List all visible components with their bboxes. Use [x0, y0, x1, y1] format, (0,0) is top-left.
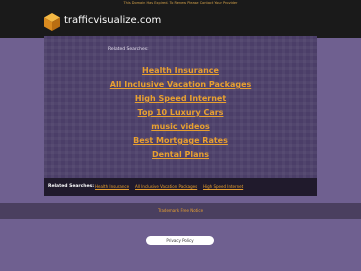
- trademark-notice: Trademark Free Notice: [0, 207, 361, 214]
- trademark-link[interactable]: Trademark Free Notice: [158, 208, 203, 213]
- site-name: trafficvisualize.com: [64, 15, 162, 26]
- list-item: Health Insurance: [44, 58, 317, 75]
- list-item: High Speed Internet: [44, 86, 317, 103]
- list-item: Dental Plans: [44, 142, 317, 159]
- related-searches-label: Related Searches:: [48, 184, 95, 189]
- list-item: All Inclusive Vacation Packages: [44, 72, 317, 89]
- list-item: Best Mortgage Rates: [44, 128, 317, 145]
- expired-notice: This Domain Has Expired. To Renew Please…: [123, 1, 238, 5]
- bottom-link-vacation-packages[interactable]: All Inclusive Vacation Packages: [135, 183, 197, 190]
- bottom-link-health-insurance[interactable]: Health Insurance: [95, 183, 129, 190]
- logo-cube-icon: [44, 13, 60, 31]
- privacy-policy-button[interactable]: Privacy Policy: [146, 236, 214, 245]
- bottom-link-high-speed-internet[interactable]: High Speed Internet: [203, 183, 243, 190]
- related-searches-heading: Related Searches:: [108, 47, 149, 52]
- list-item: music videos: [44, 114, 317, 131]
- link-dental-plans[interactable]: Dental Plans: [152, 150, 209, 159]
- list-item: Top 10 Luxury Cars: [44, 100, 317, 117]
- related-links-list: Health Insurance All Inclusive Vacation …: [44, 58, 317, 159]
